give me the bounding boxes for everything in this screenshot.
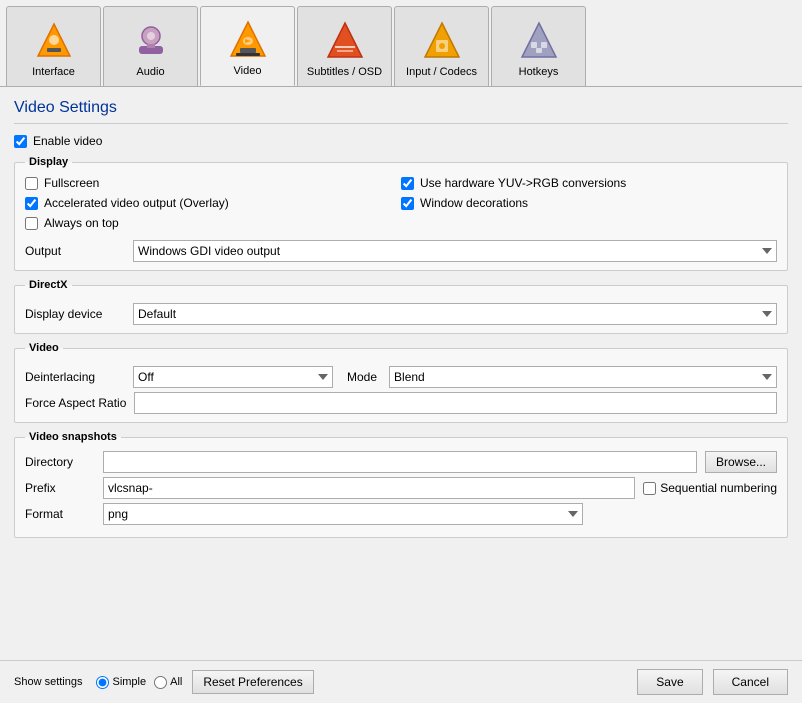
tab-subtitles-label: Subtitles / OSD — [307, 66, 382, 78]
prefix-label: Prefix — [25, 481, 95, 495]
display-checkboxes: Fullscreen Use hardware YUV->RGB convers… — [25, 176, 777, 234]
all-radio-label[interactable]: All — [154, 676, 182, 689]
all-radio[interactable] — [154, 676, 167, 689]
tab-subtitles[interactable]: Subtitles / OSD — [297, 6, 392, 86]
tab-video-label: Video — [234, 65, 262, 77]
use-hardware-row: Use hardware YUV->RGB conversions — [401, 176, 777, 190]
fullscreen-row: Fullscreen — [25, 176, 401, 190]
mode-label: Mode — [347, 370, 377, 384]
sequential-label-text: Sequential numbering — [660, 481, 777, 495]
enable-video-label[interactable]: Enable video — [33, 134, 102, 148]
subtitles-icon — [323, 18, 367, 62]
tab-interface-label: Interface — [32, 66, 75, 78]
browse-button[interactable]: Browse... — [705, 451, 777, 473]
tab-input-label: Input / Codecs — [406, 66, 477, 78]
simple-radio[interactable] — [96, 676, 109, 689]
use-hardware-checkbox[interactable] — [401, 177, 414, 190]
tab-hotkeys-label: Hotkeys — [519, 66, 559, 78]
format-row: Format png jpg tiff — [25, 503, 777, 525]
video-icon — [226, 17, 270, 61]
snapshots-section: Video snapshots Directory Browse... Pref… — [14, 431, 788, 538]
directory-input[interactable] — [103, 451, 697, 473]
always-on-top-label[interactable]: Always on top — [44, 216, 119, 230]
directory-row: Directory Browse... — [25, 451, 777, 473]
output-row: Output Windows GDI video output DirectX … — [25, 240, 777, 262]
deinterlacing-select[interactable]: Off On Automatic — [133, 366, 333, 388]
output-select[interactable]: Windows GDI video output DirectX OpenGL … — [133, 240, 777, 262]
all-label: All — [170, 676, 182, 688]
force-aspect-ratio-input[interactable] — [134, 392, 777, 414]
always-on-top-row: Always on top — [25, 216, 401, 230]
force-aspect-ratio-row: Force Aspect Ratio — [25, 392, 777, 414]
save-button[interactable]: Save — [637, 669, 702, 695]
directory-label: Directory — [25, 455, 95, 469]
simple-label: Simple — [112, 676, 146, 688]
tab-video[interactable]: Video — [200, 6, 295, 86]
fullscreen-checkbox[interactable] — [25, 177, 38, 190]
mode-select[interactable]: Blend Bob Discard Linear Mean Yadif Yadi… — [389, 366, 777, 388]
bottom-bar: Show settings Simple All Reset Preferenc… — [0, 660, 802, 703]
directx-section-title: DirectX — [25, 279, 72, 291]
force-aspect-ratio-label: Force Aspect Ratio — [25, 396, 126, 410]
page-title: Video Settings — [14, 99, 788, 124]
display-device-row: Display device Default — [25, 303, 777, 325]
interface-icon — [32, 18, 76, 62]
display-section: Display Fullscreen Use hardware YUV->RGB… — [14, 156, 788, 271]
prefix-input[interactable] — [103, 477, 635, 499]
enable-video-checkbox[interactable] — [14, 135, 27, 148]
video-section: Video Deinterlacing Off On Automatic Mod… — [14, 342, 788, 423]
use-hardware-label[interactable]: Use hardware YUV->RGB conversions — [420, 176, 626, 190]
display-section-title: Display — [25, 156, 72, 168]
prefix-row: Prefix Sequential numbering — [25, 477, 777, 499]
simple-radio-label[interactable]: Simple — [96, 676, 146, 689]
input-icon — [420, 18, 464, 62]
accelerated-row: Accelerated video output (Overlay) — [25, 196, 401, 210]
always-on-top-checkbox[interactable] — [25, 217, 38, 230]
content-area: Video Settings Enable video Display Full… — [0, 86, 802, 660]
deinterlacing-label: Deinterlacing — [25, 370, 125, 384]
tab-audio-label: Audio — [136, 66, 164, 78]
tab-hotkeys[interactable]: Hotkeys — [491, 6, 586, 86]
snapshots-section-title: Video snapshots — [25, 431, 121, 443]
hotkeys-icon — [517, 18, 561, 62]
sequential-checkbox[interactable] — [643, 482, 656, 495]
deinterlacing-row: Deinterlacing Off On Automatic Mode Blen… — [25, 366, 777, 388]
radio-group: Simple All — [96, 676, 182, 689]
fullscreen-label[interactable]: Fullscreen — [44, 176, 99, 190]
reset-button[interactable]: Reset Preferences — [192, 670, 313, 694]
accelerated-label[interactable]: Accelerated video output (Overlay) — [44, 196, 229, 210]
main-window: Interface Audio — [0, 0, 802, 703]
accelerated-checkbox[interactable] — [25, 197, 38, 210]
tab-input[interactable]: Input / Codecs — [394, 6, 489, 86]
format-select[interactable]: png jpg tiff — [103, 503, 583, 525]
output-label: Output — [25, 244, 125, 258]
show-settings-label: Show settings — [14, 676, 82, 688]
tab-audio[interactable]: Audio — [103, 6, 198, 86]
directx-section: DirectX Display device Default — [14, 279, 788, 334]
audio-icon — [129, 18, 173, 62]
video-section-title: Video — [25, 342, 63, 354]
display-device-select[interactable]: Default — [133, 303, 777, 325]
window-decorations-row: Window decorations — [401, 196, 777, 210]
window-decorations-checkbox[interactable] — [401, 197, 414, 210]
sequential-label[interactable]: Sequential numbering — [643, 481, 777, 495]
display-device-label: Display device — [25, 307, 125, 321]
tab-bar: Interface Audio — [0, 0, 802, 86]
cancel-button[interactable]: Cancel — [713, 669, 788, 695]
format-label: Format — [25, 507, 95, 521]
enable-video-row: Enable video — [14, 134, 788, 148]
window-decorations-label[interactable]: Window decorations — [420, 196, 528, 210]
tab-interface[interactable]: Interface — [6, 6, 101, 86]
